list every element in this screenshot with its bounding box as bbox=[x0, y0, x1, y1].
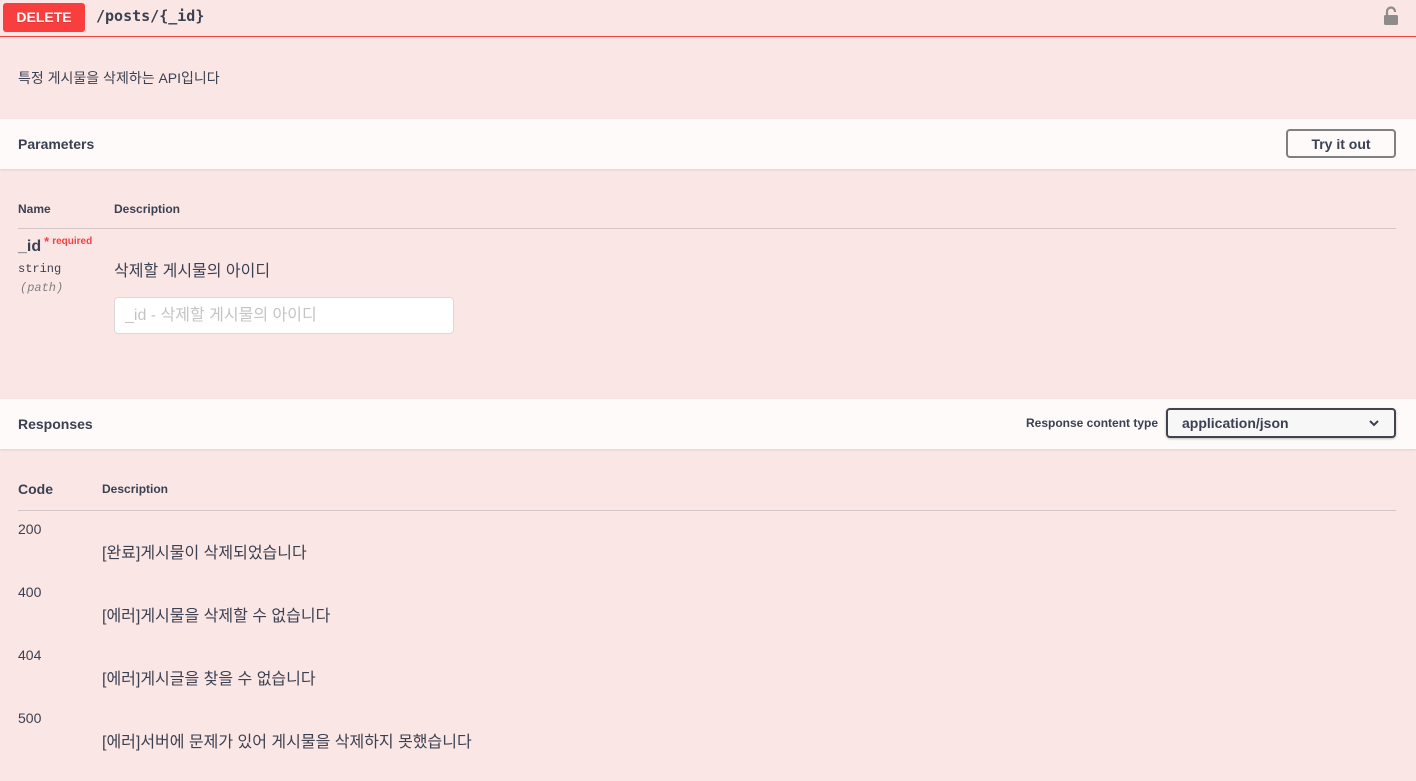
operation-description: 특정 게시물을 삭제하는 API입니다 bbox=[18, 70, 220, 86]
operation-summary[interactable]: DELETE /posts/{_id} bbox=[0, 0, 1416, 37]
param-description: 삭제할 게시물의 아이디 bbox=[114, 263, 271, 280]
parameters-header: Parameters Try it out bbox=[0, 119, 1416, 169]
unlocked-padlock-icon[interactable] bbox=[1383, 6, 1399, 26]
response-content-type-label: Response content type bbox=[1026, 416, 1159, 430]
response-column-code: Code bbox=[18, 481, 53, 497]
response-content-type-select[interactable]: application/json bbox=[1166, 408, 1396, 438]
response-code: 400 bbox=[18, 584, 42, 600]
required-label: required bbox=[52, 236, 93, 247]
response-description: [완료]게시물이 삭제되었습니다 bbox=[102, 545, 307, 562]
response-description: [에러]게시글을 찾을 수 없습니다 bbox=[102, 671, 316, 688]
response-column-description: Description bbox=[102, 482, 169, 496]
param-table-divider bbox=[18, 228, 1396, 229]
responses-title: Responses bbox=[18, 416, 93, 432]
param-column-description: Description bbox=[114, 202, 181, 216]
param-type: string bbox=[18, 262, 62, 276]
param-name: _id * required bbox=[18, 234, 93, 256]
response-code: 500 bbox=[18, 710, 42, 726]
required-star: * bbox=[44, 234, 50, 249]
response-code: 200 bbox=[18, 521, 42, 537]
param-name-text: _id bbox=[18, 238, 42, 255]
response-description: [에러]서버에 문제가 있어 게시물을 삭제하지 못했습니다 bbox=[102, 734, 472, 751]
responses-header: Responses Response content type applicat… bbox=[0, 399, 1416, 449]
endpoint-path: /posts/{_id} bbox=[96, 7, 205, 25]
param-column-name: Name bbox=[18, 202, 51, 216]
chevron-down-icon bbox=[1369, 420, 1379, 427]
parameters-title: Parameters bbox=[18, 136, 95, 152]
selected-content-type: application/json bbox=[1182, 415, 1289, 431]
response-description: [에러]게시물을 삭제할 수 없습니다 bbox=[102, 608, 331, 625]
try-it-out-button[interactable]: Try it out bbox=[1286, 129, 1396, 158]
response-code: 404 bbox=[18, 647, 42, 663]
param-location: (path) bbox=[20, 281, 64, 295]
method-badge: DELETE bbox=[3, 3, 85, 32]
response-table-divider bbox=[18, 510, 1396, 511]
id-input[interactable] bbox=[114, 297, 454, 334]
